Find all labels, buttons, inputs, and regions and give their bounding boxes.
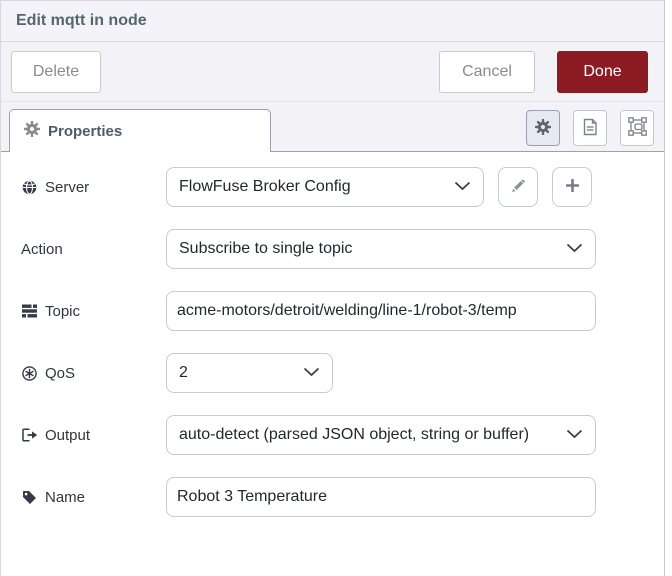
description-pane-button[interactable] — [573, 110, 607, 146]
properties-pane-button[interactable] — [526, 110, 560, 146]
action-select[interactable]: Subscribe to single topic — [166, 229, 596, 269]
server-select[interactable]: FlowFuse Broker Config — [166, 167, 484, 207]
name-input[interactable] — [166, 477, 596, 517]
edit-mqtt-in-node-dialog: Edit mqtt in node Delete Cancel Done Pro… — [0, 0, 665, 576]
properties-form: Server FlowFuse Broker Config Action Sub… — [1, 152, 664, 517]
document-icon — [582, 118, 598, 139]
output-row: Output auto-detect (parsed JSON object, … — [21, 415, 664, 455]
globe-icon — [21, 179, 38, 195]
circled-asterisk-icon — [21, 365, 38, 381]
chevron-down-icon — [566, 426, 583, 444]
topic-input[interactable] — [166, 291, 596, 331]
server-row: Server FlowFuse Broker Config — [21, 167, 664, 207]
name-label: Name — [21, 489, 166, 506]
dialog-button-row: Delete Cancel Done — [1, 42, 664, 102]
cancel-button[interactable]: Cancel — [439, 50, 535, 93]
qos-select[interactable]: 2 — [166, 353, 333, 393]
tab-strip: Properties — [1, 102, 664, 152]
topic-row: Topic — [21, 291, 664, 331]
done-button[interactable]: Done — [557, 50, 648, 93]
gear-icon — [534, 118, 552, 138]
tag-icon — [21, 490, 38, 505]
chevron-down-icon — [454, 178, 471, 196]
appearance-frame-icon — [627, 117, 647, 139]
action-row: Action Subscribe to single topic — [21, 229, 664, 269]
pencil-icon — [511, 178, 526, 196]
server-label: Server — [21, 179, 166, 196]
tab-properties[interactable]: Properties — [9, 109, 271, 152]
dialog-title: Edit mqtt in node — [16, 12, 147, 29]
output-label: Output — [21, 427, 166, 444]
tasks-icon — [21, 304, 38, 318]
delete-button[interactable]: Delete — [11, 50, 101, 93]
output-select[interactable]: auto-detect (parsed JSON object, string … — [166, 415, 596, 455]
qos-label: QoS — [21, 365, 166, 382]
appearance-pane-button[interactable] — [620, 110, 654, 146]
tab-properties-label: Properties — [48, 122, 123, 140]
dialog-title-bar: Edit mqtt in node — [1, 1, 664, 42]
add-server-config-button[interactable] — [552, 167, 592, 207]
sign-out-icon — [21, 428, 38, 442]
topic-label: Topic — [21, 303, 166, 320]
output-select-value: auto-detect (parsed JSON object, string … — [179, 426, 530, 443]
gear-icon — [23, 120, 41, 142]
chevron-down-icon — [303, 364, 320, 382]
chevron-down-icon — [566, 240, 583, 258]
server-select-value: FlowFuse Broker Config — [179, 178, 351, 195]
action-label: Action — [21, 240, 63, 258]
edit-server-config-button[interactable] — [498, 167, 538, 207]
plus-icon — [565, 178, 580, 196]
action-select-value: Subscribe to single topic — [179, 240, 353, 257]
pane-buttons — [526, 110, 654, 146]
qos-select-value: 2 — [179, 364, 188, 381]
qos-row: QoS 2 — [21, 353, 664, 393]
name-row: Name — [21, 477, 664, 517]
